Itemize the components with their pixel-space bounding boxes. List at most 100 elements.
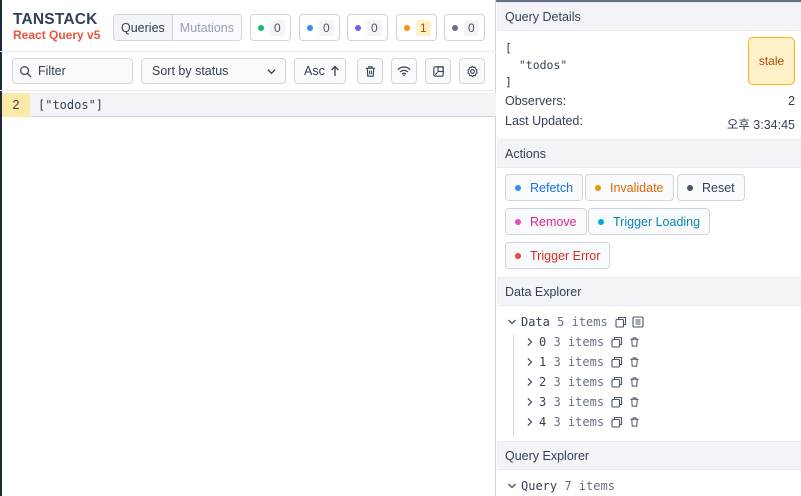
wifi-icon bbox=[397, 66, 411, 77]
chevron-down-icon bbox=[508, 483, 516, 489]
open-external-icon bbox=[432, 65, 444, 77]
reset-dot-icon bbox=[687, 184, 693, 191]
copy-icon[interactable] bbox=[610, 415, 624, 429]
sort-order-button[interactable]: Asc bbox=[294, 58, 346, 84]
query-root-row[interactable]: Query 7 items bbox=[507, 479, 615, 493]
tree-guide-line bbox=[513, 335, 514, 437]
offline-mode-button[interactable] bbox=[391, 58, 417, 84]
logo-subtitle: React Query v5 bbox=[13, 28, 101, 42]
search-icon bbox=[19, 65, 32, 77]
inactive-count-value: 0 bbox=[464, 19, 479, 36]
data-item-row[interactable]: 3 3 items bbox=[525, 395, 641, 409]
copy-icon[interactable] bbox=[614, 315, 628, 329]
data-item-key: 1 bbox=[539, 355, 547, 369]
data-root-meta: 5 items bbox=[557, 315, 608, 329]
data-item-meta: 3 items bbox=[553, 355, 605, 369]
paused-count[interactable]: 0 bbox=[347, 14, 388, 41]
trash-icon[interactable] bbox=[627, 335, 641, 349]
invalidate-dot-icon bbox=[595, 184, 601, 191]
data-item-row[interactable]: 1 3 items bbox=[525, 355, 641, 369]
sort-select-value: Sort by status bbox=[152, 64, 229, 78]
copy-icon[interactable] bbox=[610, 375, 624, 389]
query-list-panel: TANSTACK React Query v5 Queries Mutation… bbox=[0, 0, 496, 496]
data-item-meta: 3 items bbox=[553, 395, 605, 409]
copy-icon[interactable] bbox=[610, 355, 624, 369]
trigger-error-label: Trigger Error bbox=[530, 248, 601, 263]
refetch-label: Refetch bbox=[530, 180, 574, 195]
queries-tab[interactable]: Queries bbox=[114, 15, 173, 40]
last-updated-value: 오후 3:34:45 bbox=[726, 118, 795, 132]
refetch-button[interactable]: Refetch bbox=[505, 174, 584, 201]
query-key-close: ] bbox=[505, 75, 512, 89]
paused-dot-icon bbox=[355, 24, 361, 31]
fetching-count[interactable]: 0 bbox=[299, 14, 340, 41]
trigger-loading-button[interactable]: Trigger Loading bbox=[588, 208, 711, 235]
copy-icon[interactable] bbox=[610, 335, 624, 349]
remove-button[interactable]: Remove bbox=[505, 208, 587, 235]
chevron-right-icon bbox=[527, 338, 533, 346]
fresh-dot-icon bbox=[258, 24, 264, 31]
data-item-meta: 3 items bbox=[553, 415, 605, 429]
trigger-error-dot-icon bbox=[515, 252, 521, 259]
trigger-loading-label: Trigger Loading bbox=[613, 214, 701, 229]
inactive-dot-icon bbox=[452, 24, 458, 31]
mutations-tab[interactable]: Mutations bbox=[172, 15, 241, 40]
fetching-dot-icon bbox=[307, 24, 313, 31]
reset-button[interactable]: Reset bbox=[677, 174, 745, 201]
sort-select[interactable]: Sort by status bbox=[141, 58, 286, 84]
trash-icon[interactable] bbox=[627, 375, 641, 389]
observers-row: Observers: 2 bbox=[505, 94, 795, 108]
inactive-count[interactable]: 0 bbox=[444, 14, 485, 41]
reset-label: Reset bbox=[702, 180, 735, 195]
fresh-count-value: 0 bbox=[270, 19, 285, 36]
fresh-count[interactable]: 0 bbox=[250, 14, 291, 41]
trash-icon[interactable] bbox=[627, 395, 641, 409]
devtools-header: TANSTACK React Query v5 Queries Mutation… bbox=[0, 2, 496, 52]
trigger-error-button[interactable]: Trigger Error bbox=[505, 242, 611, 269]
stale-count-value: 1 bbox=[416, 19, 431, 36]
data-root-label: Data bbox=[521, 315, 550, 329]
data-item-key: 2 bbox=[539, 375, 547, 389]
trash-icon bbox=[365, 65, 375, 77]
query-key-json: [ "todos" ] bbox=[505, 40, 567, 91]
query-key-label: ["todos"] bbox=[38, 97, 104, 112]
trash-icon[interactable] bbox=[627, 415, 641, 429]
query-row[interactable]: 2 ["todos"] bbox=[2, 92, 496, 117]
chevron-right-icon bbox=[527, 358, 533, 366]
actions-header: Actions bbox=[497, 139, 801, 168]
data-item-meta: 3 items bbox=[553, 335, 605, 349]
data-item-row[interactable]: 0 3 items bbox=[525, 335, 641, 349]
data-item-row[interactable]: 4 3 items bbox=[525, 415, 641, 429]
chevron-right-icon bbox=[527, 378, 533, 386]
refetch-dot-icon bbox=[515, 184, 521, 191]
remove-dot-icon bbox=[515, 218, 521, 225]
arrow-up-icon bbox=[330, 65, 339, 76]
data-item-key: 4 bbox=[539, 415, 547, 429]
data-item-row[interactable]: 2 3 items bbox=[525, 375, 641, 389]
chevron-right-icon bbox=[527, 418, 533, 426]
copy-icon[interactable] bbox=[610, 395, 624, 409]
sort-order-label: Asc bbox=[304, 64, 325, 78]
logo-title: TANSTACK bbox=[13, 11, 98, 28]
settings-button[interactable] bbox=[459, 58, 485, 84]
remove-label: Remove bbox=[530, 214, 577, 229]
last-updated-row: Last Updated: 오후 3:34:45 bbox=[505, 114, 795, 133]
list-icon[interactable] bbox=[631, 315, 645, 329]
invalidate-button[interactable]: Invalidate bbox=[585, 174, 674, 201]
query-key-value: "todos" bbox=[505, 58, 568, 72]
trigger-loading-dot-icon bbox=[598, 218, 604, 225]
query-details-header: Query Details bbox=[497, 2, 801, 31]
stale-count[interactable]: 1 bbox=[396, 14, 437, 41]
filter-input[interactable]: Filter bbox=[12, 58, 133, 84]
observer-count-badge: 2 bbox=[2, 92, 30, 117]
trash-icon[interactable] bbox=[627, 355, 641, 369]
tanstack-logo[interactable]: TANSTACK React Query v5 bbox=[13, 11, 100, 42]
query-explorer-header: Query Explorer bbox=[497, 441, 801, 470]
query-status-badge: stale bbox=[748, 37, 795, 85]
stale-dot-icon bbox=[404, 24, 410, 31]
pip-button[interactable] bbox=[425, 58, 451, 84]
chevron-right-icon bbox=[527, 398, 533, 406]
clear-cache-button[interactable] bbox=[357, 58, 383, 84]
data-root-row[interactable]: Data 5 items bbox=[507, 315, 645, 329]
query-root-label: Query bbox=[521, 479, 558, 493]
